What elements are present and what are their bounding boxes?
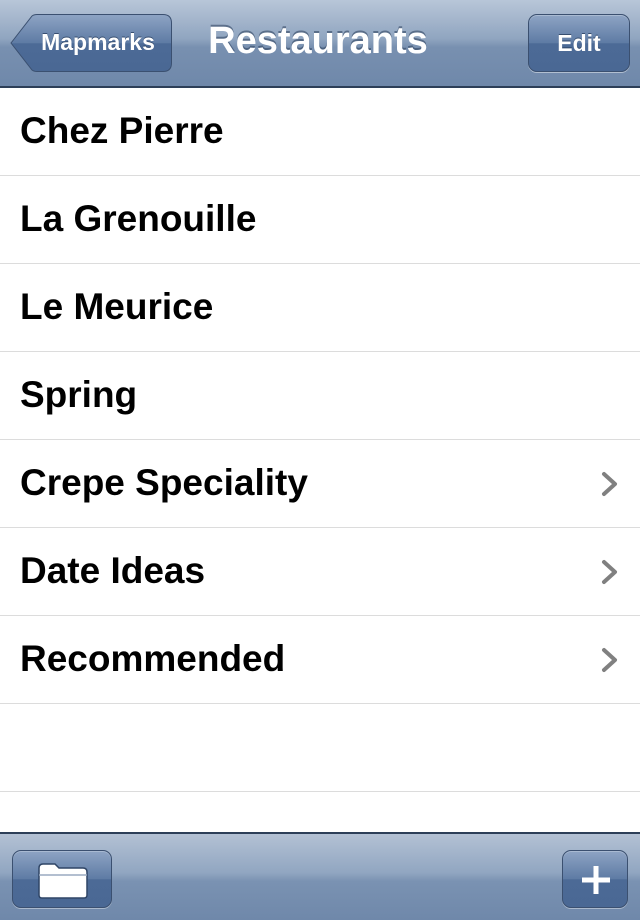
folder-icon [38,863,88,899]
plus-icon [582,866,610,894]
list-item-folder[interactable]: Recommended [0,616,640,704]
list-item[interactable]: Chez Pierre [0,88,640,176]
edit-button-label: Edit [557,30,601,56]
list-item-label: Recommended [20,638,286,679]
list-item-label: Chez Pierre [20,110,224,151]
list-item-label: La Grenouille [20,198,257,239]
list-item-label: Le Meurice [20,286,214,327]
list-item[interactable]: Spring [0,352,640,440]
list-item-label: Date Ideas [20,550,206,591]
list-item-folder[interactable]: Date Ideas [0,528,640,616]
list-item-label: Spring [20,374,138,415]
bottom-toolbar [0,832,640,920]
list-item-folder[interactable]: Crepe Speciality [0,440,640,528]
list-item-label: Crepe Speciality [20,462,308,503]
chevron-right-icon [602,472,617,496]
new-folder-button[interactable] [12,850,112,908]
restaurant-list: Chez Pierre La Grenouille Le Meurice Spr… [0,88,640,792]
add-button[interactable] [562,850,628,908]
chevron-right-icon [602,648,617,672]
edit-button[interactable]: Edit [528,14,630,72]
page-title: Restaurants [208,20,428,62]
back-button-label: Mapmarks [41,29,155,55]
list-item[interactable]: La Grenouille [0,176,640,264]
screen: Mapmarks Restaurants Edit Chez Pierre La… [0,0,640,920]
list-item[interactable]: Le Meurice [0,264,640,352]
back-button[interactable]: Mapmarks [10,14,172,72]
empty-row [0,704,640,792]
chevron-right-icon [602,560,617,584]
navigation-bar: Mapmarks Restaurants Edit [0,0,640,88]
